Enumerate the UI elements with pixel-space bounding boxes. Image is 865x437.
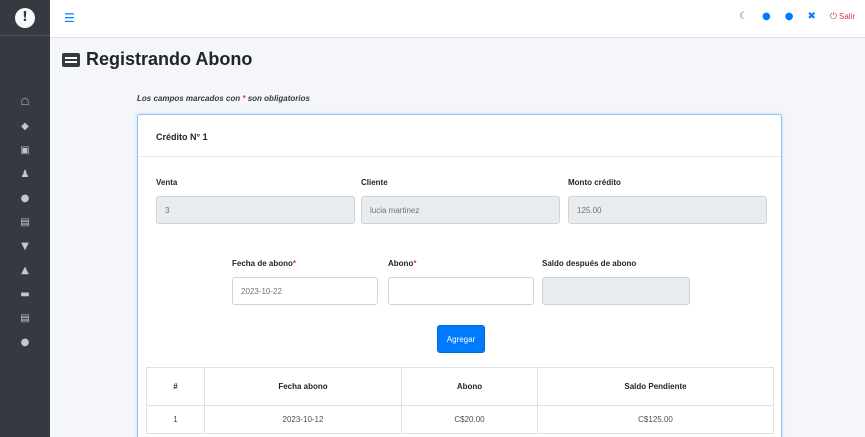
tag-icon[interactable]: ◆ (0, 117, 50, 135)
hamburger-menu-icon[interactable]: ☰ (64, 11, 75, 25)
saldo-despues-field (542, 277, 690, 305)
required-fields-note: Los campos marcados con * son obligatori… (137, 94, 310, 103)
cell-fecha: 2023-10-12 (204, 405, 402, 434)
fecha-abono-input[interactable]: 2023-10-22 (232, 277, 378, 305)
home-icon[interactable]: ☖ (0, 93, 50, 111)
monto-credito-field: 125.00 (568, 196, 767, 224)
column-header-abono: Abono (401, 367, 538, 406)
help-icon[interactable]: ● (785, 11, 794, 22)
abono-input[interactable] (388, 277, 534, 305)
abono-label: Abono* (388, 259, 417, 268)
table-row: 1 2023-10-12 C$20.00 C$125.00 (146, 405, 774, 434)
moon-icon[interactable]: ☾ (739, 11, 748, 22)
page-title: Registrando Abono (62, 49, 252, 70)
cell-saldo: C$125.00 (537, 405, 774, 434)
saldo-despues-label: Saldo después de abono (542, 259, 637, 268)
topbar-actions: ☾ ● ● ✖ ⏻ Salir (739, 11, 855, 22)
credit-card-panel: Crédito N° 1 Venta 3 Cliente lucia marti… (137, 114, 782, 437)
column-header-fecha: Fecha abono (204, 367, 402, 406)
logout-label: Salir (838, 12, 855, 21)
brand-logo[interactable]: ! (0, 0, 50, 36)
venta-field: 3 (156, 196, 355, 224)
venta-label: Venta (156, 178, 178, 187)
brand-logo-icon: ! (15, 7, 35, 28)
card-header: Crédito N° 1 (138, 115, 781, 157)
agregar-button[interactable]: Agregar (437, 325, 485, 353)
fullscreen-icon[interactable]: ✖ (807, 11, 815, 22)
power-icon: ⏻ (829, 11, 837, 22)
page-title-text: Registrando Abono (86, 49, 253, 69)
logout-button[interactable]: ⏻ Salir (830, 12, 855, 22)
list-icon[interactable]: ▬ (0, 285, 50, 303)
sidebar: ! ☖ ◆ ▣ ♟ ● ▤ ▼ ▲ ▬ ▤ ● (0, 0, 50, 437)
lock-icon[interactable]: ▲ (0, 261, 50, 279)
cell-abono: C$20.00 (401, 405, 538, 434)
users-icon[interactable]: ● (0, 333, 50, 351)
cliente-label: Cliente (361, 178, 388, 187)
fecha-abono-label: Fecha de abono* (232, 259, 297, 268)
abonos-table: # Fecha abono Abono Saldo Pendiente 1 20… (146, 367, 774, 434)
id-card-icon (62, 52, 80, 67)
users-icon[interactable]: ● (0, 189, 50, 207)
cart-icon[interactable]: ▼ (0, 237, 50, 255)
topbar: ☰ ☾ ● ● ✖ ⏻ Salir (50, 0, 865, 38)
cliente-field: lucia martinez (361, 196, 560, 224)
user-icon[interactable]: ♟ (0, 165, 50, 183)
table-header-row: # Fecha abono Abono Saldo Pendiente (146, 367, 774, 406)
info-icon[interactable]: ● (762, 11, 771, 22)
receipt-icon[interactable]: ▤ (0, 213, 50, 231)
boxes-icon[interactable]: ▣ (0, 141, 50, 159)
column-header-saldo: Saldo Pendiente (537, 367, 774, 406)
credit-number: Crédito N° 1 (156, 132, 208, 142)
receipt-icon[interactable]: ▤ (0, 309, 50, 327)
column-header-number: # (146, 367, 205, 406)
cell-number: 1 (146, 405, 205, 434)
monto-credito-label: Monto crédito (568, 178, 621, 187)
